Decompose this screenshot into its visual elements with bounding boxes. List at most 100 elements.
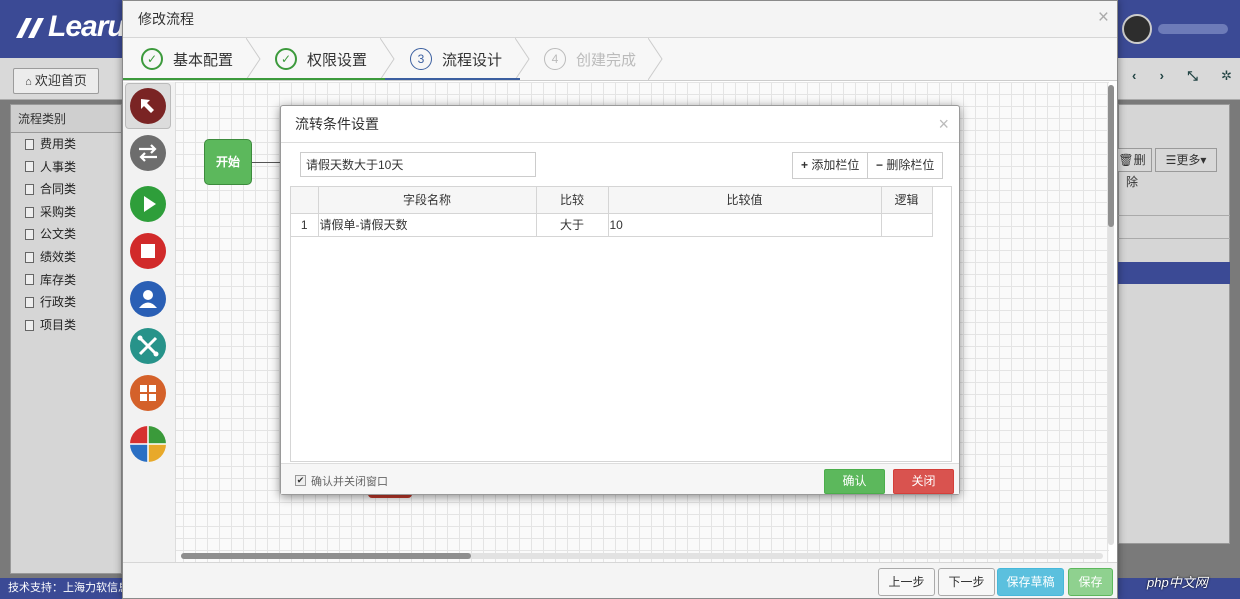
sidebar-item[interactable]: 采购类	[11, 201, 121, 224]
document-icon	[25, 229, 34, 241]
document-icon	[25, 296, 34, 308]
step-basic-config[interactable]: ✓ 基本配置	[141, 38, 233, 80]
prev-step-button[interactable]: 上一步	[878, 568, 935, 596]
selected-row[interactable]	[1118, 262, 1230, 284]
sidebar-item-label: 绩效类	[40, 249, 77, 264]
sidebar-item[interactable]: 项目类	[11, 314, 121, 337]
flow-start-node[interactable]: 开始	[204, 139, 252, 185]
tool-branch-node[interactable]	[129, 327, 167, 365]
gear-icon[interactable]: ✲	[1221, 68, 1232, 88]
sidebar-item-label: 费用类	[40, 137, 77, 151]
tool-user-node[interactable]	[129, 280, 167, 318]
column-header-compare[interactable]: 比较	[536, 187, 609, 214]
document-icon	[25, 161, 34, 173]
sidebar-item[interactable]: 合同类	[11, 178, 121, 201]
close-icon[interactable]: ×	[938, 114, 949, 135]
sidebar-item[interactable]: 库存类	[11, 269, 121, 292]
sidebar-list: 费用类人事类 合同类 采购类公文类绩效类库存类行政类项目类	[11, 133, 121, 336]
fullscreen-icon[interactable]: ⤡	[1187, 68, 1197, 88]
add-column-label: 添加栏位	[811, 158, 860, 172]
tool-select[interactable]	[125, 83, 171, 129]
sidebar-item[interactable]: 绩效类	[11, 246, 121, 269]
row-index: 1	[291, 213, 319, 237]
sidebar-item-label: 行政类	[40, 295, 77, 310]
step-label: 创建完成	[576, 51, 637, 69]
next-step-button[interactable]: 下一步	[938, 568, 995, 596]
delete-column-button[interactable]: − 删除栏位	[867, 152, 944, 179]
grid-icon	[130, 375, 166, 411]
step-label: 权限设置	[307, 51, 368, 69]
table-row[interactable]: 1 请假单-请假天数 大于 10	[291, 213, 933, 237]
cell-field[interactable]: 请假单-请假天数	[318, 213, 537, 237]
step-label: 基本配置	[173, 51, 234, 69]
pie-quadrants-icon	[130, 426, 166, 462]
delete-column-label: 删除栏位	[886, 158, 935, 172]
scroll-thumb[interactable]	[181, 553, 471, 559]
tool-end-node[interactable]	[129, 232, 167, 270]
condition-table: 字段名称 比较 比较值 逻辑 1 请假单-请假天数 大于 10	[291, 187, 933, 237]
more-button[interactable]: ☰更多▾	[1155, 148, 1217, 172]
check-icon: ✓	[141, 48, 163, 70]
step-label: 流程设计	[442, 51, 503, 69]
tool-connector[interactable]	[129, 134, 167, 172]
scroll-thumb[interactable]	[1108, 85, 1114, 227]
sidebar-item-label: 项目类	[40, 317, 77, 332]
close-icon[interactable]: ×	[1098, 8, 1109, 28]
stop-icon	[130, 233, 166, 269]
confirm-close-label[interactable]: 确认并关闭窗口	[311, 473, 388, 489]
user-icon	[130, 281, 166, 317]
column-header-logic[interactable]: 逻辑	[881, 187, 933, 214]
user-avatar[interactable]	[1122, 14, 1152, 44]
step-separator-icon	[380, 38, 395, 80]
save-button[interactable]: 保存	[1068, 568, 1113, 596]
condition-name-input[interactable]	[300, 152, 536, 177]
save-draft-button[interactable]: 保存草稿	[997, 568, 1064, 596]
dialog-title: 修改流程	[123, 1, 1117, 38]
cell-logic[interactable]	[881, 213, 933, 237]
tool-subflow-node[interactable]	[129, 374, 167, 412]
column-header-value[interactable]: 比较值	[608, 187, 882, 214]
add-column-button[interactable]: + 添加栏位	[792, 152, 869, 179]
cell-value[interactable]: 10	[608, 213, 882, 237]
cursor-arrow-icon	[130, 88, 166, 124]
home-icon: ⌂	[25, 76, 35, 88]
condition-grid: 字段名称 比较 比较值 逻辑 1 请假单-请假天数 大于 10	[290, 186, 952, 462]
step-number: 3	[410, 48, 432, 70]
sidebar-item[interactable]: 公文类	[11, 223, 121, 246]
delete-button[interactable]: 🗑删除	[1112, 148, 1152, 189]
condition-settings-dialog: 流转条件设置 × + 添加栏位 − 删除栏位 字段名称 比较 比较值 逻辑 1 …	[280, 105, 960, 495]
tools-icon	[130, 328, 166, 364]
column-header-index	[291, 187, 319, 214]
wizard-steps: ✓ 基本配置 ✓ 权限设置 3 流程设计 4 创建完成	[123, 38, 1117, 81]
tab-home[interactable]: ⌂ 欢迎首页	[13, 68, 99, 94]
app-logo: Learu	[12, 10, 126, 44]
cell-compare[interactable]: 大于	[536, 213, 609, 237]
document-icon	[25, 251, 34, 263]
sidebar-item[interactable]: 费用类	[11, 133, 121, 156]
chevron-right-icon[interactable]: ›	[1160, 68, 1164, 88]
sidebar-item[interactable]: 行政类	[11, 291, 121, 314]
logo-text: Learu	[48, 10, 126, 43]
close-button[interactable]: 关闭	[893, 469, 954, 494]
vertical-scrollbar[interactable]	[1108, 85, 1114, 545]
document-icon	[25, 319, 34, 331]
confirm-close-checkbox[interactable]: ✔	[295, 475, 306, 486]
condition-dialog-title: 流转条件设置	[281, 106, 959, 143]
column-header-field[interactable]: 字段名称	[318, 187, 537, 214]
user-name-blurred[interactable]	[1158, 24, 1228, 34]
tool-start-node[interactable]	[129, 185, 167, 223]
check-icon: ✓	[275, 48, 297, 70]
sidebar-item[interactable]: 人事类	[11, 156, 121, 179]
flow-connector-line[interactable]	[252, 162, 282, 163]
horizontal-scrollbar[interactable]	[181, 553, 1103, 559]
dialog-footer: 上一步 下一步 保存草稿 保存	[123, 562, 1117, 598]
tool-group-node[interactable]	[129, 425, 167, 463]
step-complete[interactable]: 4 创建完成	[544, 38, 636, 80]
step-underline-current	[385, 78, 520, 80]
sidebar-item-label: 公文类	[40, 227, 77, 242]
step-permissions[interactable]: ✓ 权限设置	[275, 38, 367, 80]
step-flow-design[interactable]: 3 流程设计	[410, 38, 502, 80]
chevron-left-icon[interactable]: ‹	[1132, 68, 1136, 88]
confirm-button[interactable]: 确认	[824, 469, 885, 494]
step-separator-icon	[648, 38, 663, 80]
